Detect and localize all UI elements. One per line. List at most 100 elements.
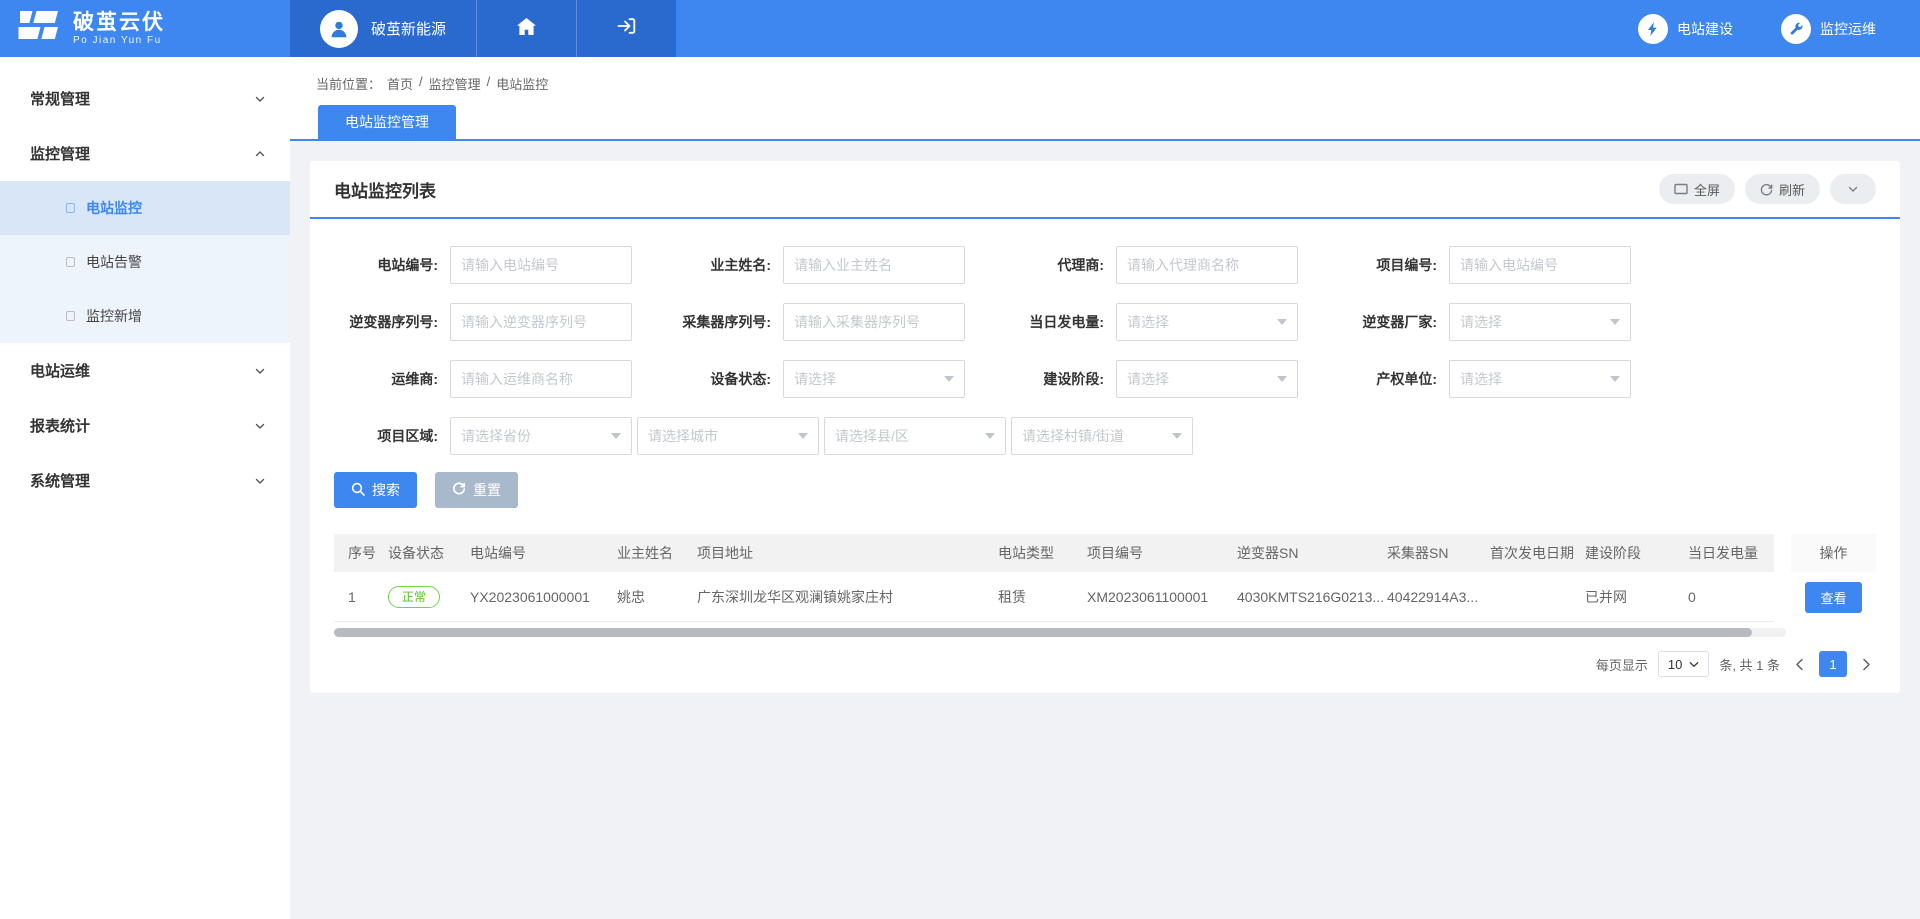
nav-station-construction[interactable]: 电站建设 [1638,14,1733,44]
nav-label: 监控运维 [1820,19,1876,39]
caret-down-icon [1277,319,1287,325]
field-label: 代理商: [1000,255,1104,275]
county-select[interactable]: 请选择县/区 [824,417,1006,455]
col-header-type: 电站类型 [998,543,1087,563]
next-page-button[interactable] [1857,658,1876,671]
user-menu[interactable]: 破茧新能源 [290,0,476,57]
select-placeholder: 请选择 [794,369,836,389]
sidebar-item-system-mgmt[interactable]: 系统管理 [0,453,290,508]
wrench-icon [1781,14,1811,44]
card-tools: 全屏 刷新 [1659,174,1876,204]
sidebar-submenu: 电站监控 电站告警 监控新增 [0,181,290,343]
caret-down-icon [1610,376,1620,382]
owner-name-input[interactable] [783,246,965,284]
field-station-no: 电站编号: [334,246,667,284]
nav-monitor-ops[interactable]: 监控运维 [1781,14,1876,44]
select-placeholder: 请选择城市 [648,426,718,446]
chevron-down-icon [254,475,266,487]
select-placeholder: 请选择村镇/街道 [1022,426,1124,446]
device-status-select[interactable]: 请选择 [783,360,965,398]
inverter-maker-select[interactable]: 请选择 [1449,303,1631,341]
table-row: 1 正常 YX2023061000001 姚忠 广东深圳龙华区观澜镇姚家庄村 租… [334,572,1774,622]
submenu-bullet-icon [66,203,75,213]
home-button[interactable] [476,0,576,57]
view-button[interactable]: 查看 [1805,582,1861,613]
field-build-stage: 建设阶段: 请选择 [1000,360,1333,398]
card-header: 电站监控列表 全屏 刷新 [310,161,1900,219]
breadcrumb-station-monitor[interactable]: 电站监控 [496,74,548,93]
prev-page-button[interactable] [1790,658,1809,671]
refresh-button[interactable]: 刷新 [1745,174,1820,204]
field-label: 设备状态: [667,369,771,389]
province-select[interactable]: 请选择省份 [450,417,632,455]
breadcrumb-prefix: 当前位置： [316,74,381,93]
card-title: 电站监控列表 [334,177,436,202]
page-number[interactable]: 1 [1819,651,1847,677]
chevron-down-icon [254,365,266,377]
select-placeholder: 请选择 [1127,369,1169,389]
station-no-input[interactable] [450,246,632,284]
col-header-no: 序号 [348,543,388,563]
filter-actions: 搜索 重置 [310,455,1900,508]
village-select[interactable]: 请选择村镇/街道 [1011,417,1193,455]
chevron-down-icon [1847,183,1859,195]
cell-collector-sn: 40422914A3... [1387,589,1490,605]
logout-button[interactable] [576,0,676,57]
select-placeholder: 请选择 [1127,312,1169,332]
table-header-row: 序号 设备状态 电站编号 业主姓名 项目地址 电站类型 项目编号 逆变器SN 采… [334,534,1774,572]
property-unit-select[interactable]: 请选择 [1449,360,1631,398]
main-area: 当前位置： 首页 / 监控管理 / 电站监控 电站监控管理 电站监控列表 [290,57,1920,919]
filter-form: 电站编号: 业主姓名: 代理商: 项目编号: [310,219,1900,455]
reset-button[interactable]: 重置 [435,472,518,508]
field-label: 建设阶段: [1000,369,1104,389]
cell-type: 租赁 [998,587,1087,607]
daily-energy-select[interactable]: 请选择 [1116,303,1298,341]
sidebar-item-general-mgmt[interactable]: 常规管理 [0,71,290,126]
caret-down-icon [944,376,954,382]
filter-row: 运维商: 设备状态: 请选择 建设阶段: [334,360,1876,398]
per-page-value: 10 [1668,657,1682,672]
main-header: 当前位置： 首页 / 监控管理 / 电站监控 电站监控管理 [290,57,1920,141]
build-stage-select[interactable]: 请选择 [1116,360,1298,398]
agent-input[interactable] [1116,246,1298,284]
fullscreen-button[interactable]: 全屏 [1659,174,1735,204]
sidebar-item-report-stats[interactable]: 报表统计 [0,398,290,453]
select-placeholder: 请选择 [1460,312,1502,332]
fullscreen-label: 全屏 [1694,180,1720,199]
project-no-input[interactable] [1449,246,1631,284]
sidebar-item-monitor-mgmt[interactable]: 监控管理 [0,126,290,181]
col-header-first-power-date: 首次发电日期 [1490,543,1585,563]
per-page-select[interactable]: 10 [1658,651,1709,677]
sidebar-item-monitor-add[interactable]: 监控新增 [0,289,290,343]
ops-provider-input[interactable] [450,360,632,398]
field-label: 产权单位: [1333,369,1437,389]
breadcrumb-monitor-mgmt[interactable]: 监控管理 [429,74,481,93]
field-project-no: 项目编号: [1333,246,1666,284]
refresh-icon [1760,183,1773,196]
field-label: 电站编号: [334,255,438,275]
col-header-station-no: 电站编号 [470,543,617,563]
col-header-daily-energy: 当日发电量 [1688,543,1774,563]
col-header-device-status: 设备状态 [388,543,470,563]
inverter-sn-input[interactable] [450,303,632,341]
collector-sn-input[interactable] [783,303,965,341]
city-select[interactable]: 请选择城市 [637,417,819,455]
sidebar-item-station-monitor[interactable]: 电站监控 [0,181,290,235]
search-button[interactable]: 搜索 [334,472,417,508]
select-placeholder: 请选择县/区 [835,426,909,446]
brand-logo-icon [16,7,62,50]
topbar-nav: 电站建设 监控运维 [1638,0,1920,57]
tab-station-monitor-mgmt[interactable]: 电站监控管理 [318,105,456,139]
scrollbar-thumb[interactable] [334,628,1752,637]
cell-inverter-sn: 4030KMTS216G0213... [1237,589,1387,605]
station-monitor-card: 电站监控列表 全屏 刷新 [310,161,1900,693]
breadcrumb-home[interactable]: 首页 [387,74,413,93]
collapse-button[interactable] [1830,174,1876,204]
fixed-action-column: 操作 查看 [1791,534,1876,622]
filter-row: 电站编号: 业主姓名: 代理商: 项目编号: [334,246,1876,284]
sidebar-item-station-ops[interactable]: 电站运维 [0,343,290,398]
sidebar-item-station-alarm[interactable]: 电站告警 [0,235,290,289]
field-label: 项目区域: [334,426,438,446]
horizontal-scrollbar[interactable] [334,628,1786,637]
cell-daily-energy: 0 [1688,589,1774,605]
